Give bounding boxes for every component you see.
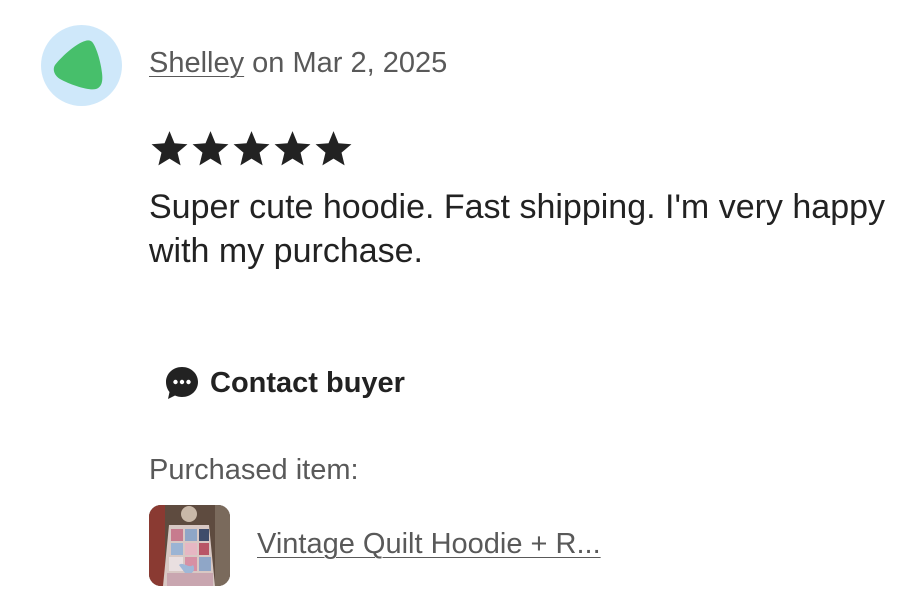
purchased-item-thumbnail[interactable] [149, 505, 230, 586]
contact-buyer-button[interactable]: Contact buyer [158, 355, 415, 411]
contact-buyer-label: Contact buyer [210, 366, 405, 399]
star-icon [274, 131, 311, 166]
review-date: on Mar 2, 2025 [244, 47, 448, 79]
reviewer-avatar[interactable] [41, 25, 122, 106]
review-card: Shelley on Mar 2, 2025 Super cute hoodie… [0, 0, 911, 608]
hoodie-photo-image [149, 505, 230, 586]
reviewer-name-link[interactable]: Shelley [149, 47, 244, 79]
purchased-item-title-link[interactable]: Vintage Quilt Hoodie + R... [257, 525, 601, 563]
star-icon [151, 131, 188, 166]
leaf-shape-icon [53, 40, 103, 90]
review-byline: Shelley on Mar 2, 2025 [149, 44, 447, 82]
star-rating [149, 128, 354, 170]
star-icon [192, 131, 229, 166]
chat-bubble-icon [166, 367, 198, 399]
purchased-item-label: Purchased item: [149, 454, 359, 486]
star-icon [315, 131, 352, 166]
review-text: Super cute hoodie. Fast shipping. I'm ve… [149, 188, 886, 270]
star-icon [233, 131, 270, 166]
